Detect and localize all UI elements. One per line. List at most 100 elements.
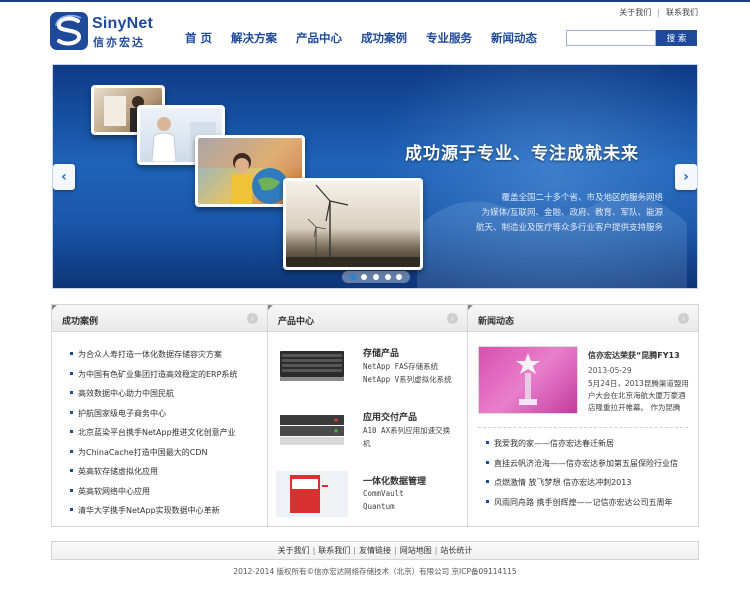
- product-line[interactable]: A10 AX系列应用加速交换: [363, 425, 450, 436]
- list-item[interactable]: 我爱我的家——信亦宏达春迁新居: [486, 434, 678, 454]
- product-name[interactable]: 一体化数据管理: [363, 474, 426, 487]
- search-input[interactable]: [566, 30, 656, 46]
- footer-separator: |: [353, 546, 356, 555]
- footer-link-friends[interactable]: 友情链接: [359, 546, 391, 555]
- more-arrow-icon[interactable]: ›: [247, 313, 258, 324]
- list-item[interactable]: 直挂云帆济沧海——信亦宏达参加第五届保险行业信: [486, 454, 678, 474]
- product-line[interactable]: NetApp FAS存储系统: [363, 361, 438, 372]
- banner-desc-line: 覆盖全国二十多个省、市及地区的服务网络: [501, 193, 663, 203]
- storage-server-image: [276, 343, 348, 389]
- pagination-dot[interactable]: [372, 274, 379, 280]
- pagination-dot[interactable]: [384, 274, 391, 280]
- list-item[interactable]: 点燃激情 放飞梦想 信亦宏达冲刺2013: [486, 473, 678, 493]
- footer-link-about[interactable]: 关于我们: [278, 546, 310, 555]
- news-link[interactable]: 风雨同舟路 携手创辉煌——记信亦宏达公司五周年: [494, 498, 673, 507]
- products-panel-header: 产品中心 ›: [268, 305, 467, 332]
- case-link[interactable]: 护航国家级电子商务中心: [78, 409, 166, 418]
- footer-link-stats[interactable]: 站长统计: [440, 546, 472, 555]
- product-name[interactable]: 存储产品: [363, 346, 399, 359]
- nav-home[interactable]: 首 页: [185, 30, 212, 46]
- nav-services[interactable]: 专业服务: [426, 30, 472, 46]
- bullet-icon: [70, 371, 73, 375]
- banner-desc-line: 航天、制造业及医疗等众多行业客户提供支持服务: [475, 223, 663, 233]
- top-link-contact[interactable]: 联系我们: [666, 8, 698, 17]
- top-links: 关于我们 | 联系我们: [619, 7, 698, 18]
- case-link[interactable]: 清华大学携手NetApp实现数据中心革新: [78, 506, 220, 515]
- news-feature[interactable]: 信亦宏达荣获“昆腾FY13 2013-05-29 5月24日，2013昆腾渠道盟…: [478, 346, 689, 416]
- news-link[interactable]: 直挂云帆济沧海——信亦宏达参加第五届保险行业信: [494, 459, 678, 468]
- nav-cases[interactable]: 成功案例: [361, 30, 407, 46]
- banner-slogan: 成功源于专业、专注成就未来: [405, 144, 639, 164]
- list-item[interactable]: 为中国有色矿业集团打造高效稳定的ERP系统: [70, 365, 267, 385]
- list-item[interactable]: 为ChinaCache打造中国最大的CDN: [70, 443, 267, 463]
- case-link[interactable]: 为中国有色矿业集团打造高效稳定的ERP系统: [78, 370, 237, 379]
- case-link[interactable]: 为ChinaCache打造中国最大的CDN: [78, 448, 207, 457]
- news-panel-title: 新闻动态: [478, 317, 515, 327]
- case-link[interactable]: 英高软存储虚拟化应用: [78, 467, 158, 476]
- product-line[interactable]: 机: [363, 438, 371, 449]
- list-item[interactable]: 护航国家级电子商务中心: [70, 404, 267, 424]
- news-link[interactable]: 我爱我的家——信亦宏达春迁新居: [494, 439, 614, 448]
- search-button[interactable]: 搜 索: [656, 30, 697, 46]
- footer-separator: |: [312, 546, 316, 555]
- news-feature-date: 2013-05-29: [588, 366, 632, 375]
- bullet-icon: [70, 352, 73, 355]
- more-arrow-icon[interactable]: ›: [678, 313, 689, 324]
- bullet-icon: [486, 441, 489, 444]
- list-item[interactable]: 英高软网络中心应用: [70, 482, 267, 502]
- logo-chinese-name: 信亦宏达: [93, 36, 145, 49]
- banner-pagination: [342, 271, 410, 283]
- pagination-dot[interactable]: [396, 274, 403, 280]
- product-line[interactable]: Quantum: [363, 502, 395, 511]
- case-link[interactable]: 英高软网络中心应用: [78, 487, 150, 496]
- cases-panel-header: 成功案例 ›: [52, 305, 267, 332]
- case-link[interactable]: 高效数据中心助力中国民航: [78, 389, 174, 398]
- main-nav: 首 页 解决方案 产品中心 成功案例 专业服务 新闻动态: [185, 30, 556, 46]
- bullet-icon: [70, 469, 73, 472]
- nav-products[interactable]: 产品中心: [296, 30, 342, 46]
- list-item[interactable]: 英高软存储虚拟化应用: [70, 462, 267, 482]
- copyright-text: 2012-2014 版权所有©信亦宏达网络存储技术（北京）有限公司 京ICP备0…: [233, 567, 517, 576]
- list-item[interactable]: 清华大学携手NetApp实现数据中心革新: [70, 501, 267, 521]
- trophy-icon: [516, 353, 540, 405]
- logo[interactable]: SinyNet 信亦宏达: [50, 12, 160, 52]
- footer-link-contact[interactable]: 联系我们: [318, 546, 350, 555]
- nav-news[interactable]: 新闻动态: [491, 30, 537, 46]
- case-link[interactable]: 为合众人寿打造一体化数据存储容灾方案: [78, 350, 222, 359]
- footer-links: 关于我们 | 联系我们 | 友情链接 | 网站地图 | 站长统计: [51, 541, 699, 560]
- more-arrow-icon[interactable]: ›: [447, 313, 458, 324]
- pagination-dot[interactable]: [361, 274, 368, 280]
- news-divider: [478, 427, 688, 428]
- product-data-management[interactable]: 一体化数据管理 CommVault Quantum: [276, 471, 466, 523]
- hero-banner[interactable]: 成功源于专业、专注成就未来 覆盖全国二十多个省、市及地区的服务网络 为媒体/互联…: [52, 64, 698, 289]
- cases-panel-title: 成功案例: [62, 317, 99, 327]
- nav-solutions[interactable]: 解决方案: [231, 30, 277, 46]
- banner-next-button[interactable]: ›: [675, 164, 697, 190]
- bullet-icon: [486, 500, 489, 504]
- search-box: 搜 索: [566, 30, 697, 46]
- footer-separator: |: [394, 546, 397, 555]
- logo-english-name: SinyNet: [92, 15, 153, 32]
- news-feature-title[interactable]: 信亦宏达荣获“昆腾FY13: [588, 350, 680, 361]
- bullet-icon: [70, 391, 73, 394]
- banner-prev-button[interactable]: ‹: [53, 164, 75, 190]
- case-link[interactable]: 北京蓝染平台携手NetApp推进文化创意产业: [78, 428, 236, 437]
- corner-mark: [268, 305, 273, 310]
- list-item[interactable]: 高效数据中心助力中国民航: [70, 384, 267, 404]
- product-app-delivery[interactable]: 应用交付产品 A10 AX系列应用加速交换 机: [276, 407, 466, 459]
- wind-turbine-figure: [286, 184, 420, 267]
- corner-mark: [52, 305, 57, 310]
- pagination-dot[interactable]: [349, 274, 356, 280]
- chevron-left-icon: ‹: [61, 169, 67, 185]
- footer-link-sitemap[interactable]: 网站地图: [400, 546, 432, 555]
- product-name[interactable]: 应用交付产品: [363, 410, 417, 423]
- product-line[interactable]: CommVault: [363, 489, 404, 498]
- product-storage[interactable]: 存储产品 NetApp FAS存储系统 NetApp V系列虚拟化系统: [276, 343, 466, 395]
- list-item[interactable]: 风雨同舟路 携手创辉煌——记信亦宏达公司五周年: [486, 493, 678, 513]
- product-line[interactable]: NetApp V系列虚拟化系统: [363, 374, 452, 385]
- top-accent-line: [0, 0, 750, 2]
- list-item[interactable]: 北京蓝染平台携手NetApp推进文化创意产业: [70, 423, 267, 443]
- list-item[interactable]: 为合众人寿打造一体化数据存储容灾方案: [70, 345, 267, 365]
- news-link[interactable]: 点燃激情 放飞梦想 信亦宏达冲刺2013: [494, 478, 631, 487]
- top-link-about[interactable]: 关于我们: [619, 8, 651, 17]
